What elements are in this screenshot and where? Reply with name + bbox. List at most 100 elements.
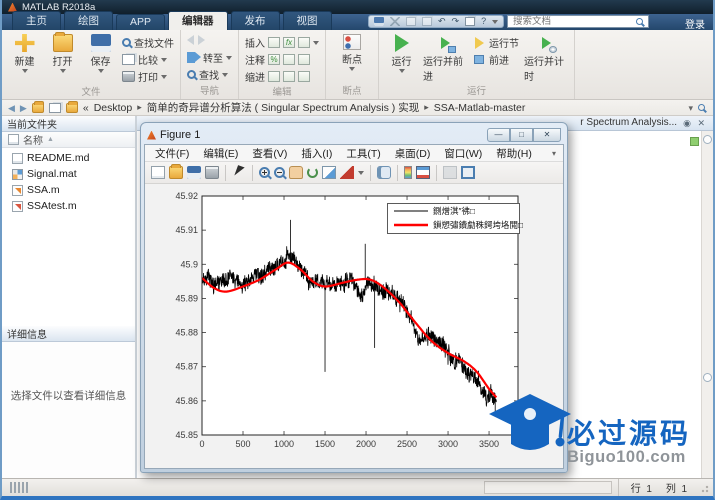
up-folder-icon[interactable] — [32, 103, 44, 113]
crumb-overflow-icon[interactable]: ▾ — [688, 103, 693, 113]
name-column-header[interactable]: 名称 ▲ — [2, 132, 135, 148]
resize-grip[interactable] — [699, 483, 709, 493]
insert-block-icon[interactable] — [298, 37, 310, 48]
insert-colorbar-icon[interactable] — [404, 166, 412, 179]
copy-icon[interactable] — [406, 17, 416, 26]
search-icon[interactable] — [636, 18, 643, 25]
pan-icon[interactable] — [289, 166, 303, 179]
tab-publish[interactable]: 发布 — [231, 11, 280, 30]
editor-tab-title[interactable]: r Spectrum Analysis... — [580, 117, 677, 128]
tab-view[interactable]: 视图 — [283, 11, 332, 30]
undock-icon[interactable] — [443, 166, 457, 179]
nav-back-icon[interactable]: ◀ — [8, 103, 15, 113]
compare-button[interactable]: 比较 — [122, 52, 174, 67]
menu-edit[interactable]: 编辑(E) — [196, 145, 245, 162]
current-folder-header[interactable]: 当前文件夹 — [2, 116, 135, 132]
insert-button[interactable]: 插入 fx — [245, 35, 319, 50]
zoom-in-icon[interactable] — [259, 167, 270, 178]
editor-scrollbar[interactable] — [701, 131, 713, 478]
indent-button[interactable]: 缩进 — [245, 69, 319, 84]
details-header[interactable]: 详细信息 — [2, 326, 135, 342]
file-row-signal[interactable]: Signal.mat — [2, 166, 135, 182]
crumb-search-icon[interactable] — [698, 104, 705, 111]
run-advance-button[interactable]: 运行并前进 — [423, 33, 467, 83]
comment-icon[interactable]: % — [268, 54, 280, 65]
forward-icon[interactable] — [198, 35, 205, 45]
breadcrumb-item-project[interactable]: 简单的奇异谱分析算法 ( Singular Spectrum Analysis … — [147, 100, 419, 115]
menu-window[interactable]: 窗口(W) — [437, 145, 489, 162]
tab-home[interactable]: 主页 — [12, 11, 61, 30]
menu-file[interactable]: 文件(F) — [148, 145, 196, 162]
menu-desktop[interactable]: 桌面(D) — [388, 145, 438, 162]
breadcrumb-collapse[interactable]: « — [83, 102, 89, 114]
run-section-button[interactable]: 运行节 — [472, 35, 519, 50]
browse-folder-icon[interactable] — [49, 103, 61, 113]
breakpoints-button[interactable]: 断点 — [332, 33, 372, 71]
print-figure-icon[interactable] — [205, 166, 219, 179]
tab-plots[interactable]: 绘图 — [64, 11, 113, 30]
redo-icon[interactable]: ↷ — [452, 17, 460, 26]
rotate-3d-icon[interactable] — [307, 167, 318, 178]
zoom-out-icon[interactable] — [274, 167, 285, 178]
run-time-button[interactable]: 运行并计时 — [524, 33, 568, 83]
indent-left-icon[interactable] — [298, 71, 310, 82]
file-row-ssatest[interactable]: SSAtest.m — [2, 198, 135, 214]
wrap-comment-icon[interactable] — [298, 54, 310, 65]
scroll-marker-icon[interactable] — [703, 373, 712, 382]
figure-title-bar[interactable]: Figure 1 — □ ✕ — [144, 126, 564, 144]
brush-dropdown-icon[interactable] — [358, 171, 364, 175]
maximize-button[interactable]: □ — [510, 128, 533, 142]
file-row-ssa[interactable]: SSA.m — [2, 182, 135, 198]
status-toggle-icon[interactable] — [10, 482, 28, 493]
scroll-top-icon[interactable] — [703, 135, 712, 144]
new-script-button[interactable]: 新建 — [8, 33, 41, 73]
run-button[interactable]: 运行 — [385, 33, 418, 73]
advance-button[interactable]: 前进 — [472, 52, 519, 67]
back-icon[interactable] — [187, 35, 194, 45]
insert-section-icon[interactable] — [268, 37, 280, 48]
new-window-icon[interactable] — [465, 17, 475, 26]
save-figure-icon[interactable] — [187, 166, 201, 179]
smart-indent-icon[interactable] — [268, 71, 280, 82]
editor-menu-icon[interactable]: ◉ — [683, 117, 691, 129]
close-button[interactable]: ✕ — [533, 128, 561, 142]
open-file-icon[interactable] — [169, 166, 183, 179]
nav-forward-icon[interactable]: ▶ — [20, 103, 27, 113]
uncomment-icon[interactable] — [283, 54, 295, 65]
insert-legend-icon[interactable] — [416, 166, 430, 179]
cut-icon[interactable] — [390, 17, 400, 26]
menu-view[interactable]: 查看(V) — [245, 145, 294, 162]
breadcrumb-item-desktop[interactable]: Desktop — [94, 102, 133, 114]
file-row-readme[interactable]: README.md — [2, 150, 135, 166]
menu-help[interactable]: 帮助(H) — [489, 145, 539, 162]
minimize-button[interactable]: — — [487, 128, 510, 142]
save-icon[interactable] — [374, 17, 384, 26]
print-button[interactable]: 打印 — [122, 69, 174, 84]
qat-dropdown-icon[interactable] — [492, 20, 498, 24]
breadcrumb-item-folder[interactable]: SSA-Matlab-master — [434, 102, 526, 114]
find-button[interactable]: 查找 — [187, 67, 232, 82]
editor-close-icon[interactable]: ✕ — [697, 117, 705, 129]
search-input[interactable] — [511, 15, 636, 28]
menu-insert[interactable]: 插入(I) — [294, 145, 339, 162]
edit-plot-icon[interactable] — [232, 166, 246, 179]
open-button[interactable]: 打开 — [46, 33, 79, 73]
tab-editor[interactable]: 编辑器 — [168, 11, 228, 30]
login-button[interactable]: 登录 — [685, 16, 705, 31]
goto-button[interactable]: 转至 — [187, 50, 232, 65]
save-button[interactable]: 保存 — [84, 33, 117, 73]
paste-icon[interactable] — [422, 17, 432, 26]
menu-tools[interactable]: 工具(T) — [339, 145, 387, 162]
new-figure-icon[interactable] — [151, 166, 165, 179]
insert-function-icon[interactable]: fx — [283, 37, 295, 48]
comment-button[interactable]: 注释 % — [245, 52, 319, 67]
indent-right-icon[interactable] — [283, 71, 295, 82]
brush-icon[interactable] — [340, 166, 354, 179]
code-analyzer-indicator[interactable] — [690, 137, 699, 146]
menu-overflow-icon[interactable]: ▾ — [552, 149, 560, 158]
find-files-button[interactable]: 查找文件 — [122, 35, 174, 50]
link-plot-icon[interactable] — [377, 166, 391, 179]
tab-apps[interactable]: APP — [116, 14, 165, 30]
help-icon[interactable]: ? — [481, 17, 486, 26]
data-cursor-icon[interactable] — [322, 166, 336, 179]
